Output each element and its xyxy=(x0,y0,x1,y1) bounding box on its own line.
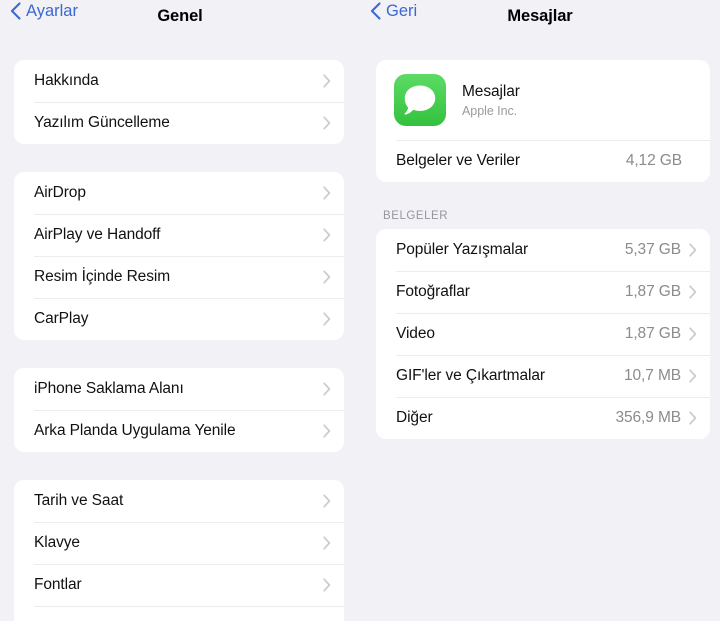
row-label: Popüler Yazışmalar xyxy=(396,241,529,258)
app-header: Mesajlar Apple Inc. xyxy=(376,60,710,140)
row-label: Arka Planda Uygulama Yenile xyxy=(34,422,236,439)
messages-storage-panel: Geri Mesajlar Mesajlar Apple Inc. Belgel… xyxy=(360,0,720,621)
chevron-right-icon xyxy=(323,74,331,88)
settings-row-picture-in-picture[interactable]: Resim İçinde Resim xyxy=(14,256,344,298)
chevron-right-icon xyxy=(323,536,331,550)
app-developer: Apple Inc. xyxy=(462,103,518,118)
chevron-right-icon xyxy=(689,369,697,383)
row-label: Klavye xyxy=(34,534,80,551)
app-name: Mesajlar xyxy=(462,82,520,100)
settings-row-date-time[interactable]: Tarih ve Saat xyxy=(14,480,344,522)
settings-row-fonts[interactable]: Fontlar xyxy=(14,564,344,606)
document-row-photos[interactable]: Fotoğraflar 1,87 GB xyxy=(376,271,710,313)
general-settings-panel: Ayarlar Genel Hakkında Yazılım Güncellem… xyxy=(0,0,360,621)
settings-row-hakkinda[interactable]: Hakkında xyxy=(14,60,344,102)
chevron-right-icon xyxy=(323,312,331,326)
messages-storage-list: Mesajlar Apple Inc. Belgeler ve Veriler … xyxy=(360,32,720,439)
settings-card: Hakkında Yazılım Güncelleme xyxy=(14,60,344,144)
row-value: 1,87 GB xyxy=(624,283,681,300)
settings-card: Tarih ve Saat Klavye Fontlar xyxy=(14,480,344,621)
settings-group-about: Hakkında Yazılım Güncelleme xyxy=(0,60,360,144)
back-button-settings[interactable]: Ayarlar xyxy=(10,2,78,20)
settings-card: AirDrop AirPlay ve Handoff Resim İçinde … xyxy=(14,172,344,340)
settings-card: iPhone Saklama Alanı Arka Planda Uygulam… xyxy=(14,368,344,452)
chevron-right-icon xyxy=(689,411,697,425)
back-button-label: Geri xyxy=(386,1,418,20)
back-button-label: Ayarlar xyxy=(26,1,78,20)
row-label: AirPlay ve Handoff xyxy=(34,226,161,243)
row-label: Resim İçinde Resim xyxy=(34,268,171,285)
settings-row-carplay[interactable]: CarPlay xyxy=(14,298,344,340)
chevron-left-icon xyxy=(370,2,381,20)
settings-row-yazilim-guncelleme[interactable]: Yazılım Güncelleme xyxy=(14,102,344,144)
settings-row-keyboard[interactable]: Klavye xyxy=(14,522,344,564)
row-label: Video xyxy=(396,325,435,342)
row-value: 356,9 MB xyxy=(615,409,681,426)
speech-bubble-icon xyxy=(404,85,436,115)
general-settings-list: Hakkında Yazılım Güncelleme AirDrop AirP… xyxy=(0,32,360,621)
row-value: 5,37 GB xyxy=(624,241,681,258)
settings-row-iphone-storage[interactable]: iPhone Saklama Alanı xyxy=(14,368,344,410)
chevron-right-icon xyxy=(323,578,331,592)
document-row-video[interactable]: Video 1,87 GB xyxy=(376,313,710,355)
settings-group-datetime-keyboard: Tarih ve Saat Klavye Fontlar xyxy=(0,480,360,621)
chevron-right-icon xyxy=(323,228,331,242)
chevron-right-icon xyxy=(689,327,697,341)
row-value: 4,12 GB xyxy=(625,152,682,169)
chevron-right-icon xyxy=(323,382,331,396)
messages-app-icon xyxy=(394,74,446,126)
row-label: Diğer xyxy=(396,409,433,426)
chevron-right-icon xyxy=(323,494,331,508)
settings-row-background-app-refresh[interactable]: Arka Planda Uygulama Yenile xyxy=(14,410,344,452)
document-row-gifs-stickers[interactable]: GIF'ler ve Çıkartmalar 10,7 MB xyxy=(376,355,710,397)
settings-split-view: Ayarlar Genel Hakkında Yazılım Güncellem… xyxy=(0,0,720,621)
row-label: Tarih ve Saat xyxy=(34,492,124,509)
settings-row-airplay-handoff[interactable]: AirPlay ve Handoff xyxy=(14,214,344,256)
row-label: Yazılım Güncelleme xyxy=(34,114,170,131)
row-label: iPhone Saklama Alanı xyxy=(34,380,184,397)
row-label: Fontlar xyxy=(34,576,82,593)
document-row-other[interactable]: Diğer 356,9 MB xyxy=(376,397,710,439)
app-summary-card: Mesajlar Apple Inc. Belgeler ve Veriler … xyxy=(376,60,710,182)
chevron-right-icon xyxy=(323,186,331,200)
chevron-right-icon xyxy=(323,270,331,284)
row-label: GIF'ler ve Çıkartmalar xyxy=(396,367,545,384)
row-label: Belgeler ve Veriler xyxy=(396,152,520,169)
back-button-geri[interactable]: Geri xyxy=(370,2,417,20)
document-row-popular-conversations[interactable]: Popüler Yazışmalar 5,37 GB xyxy=(376,229,710,271)
row-label: Hakkında xyxy=(34,72,99,89)
chevron-right-icon xyxy=(323,424,331,438)
row-documents-and-data: Belgeler ve Veriler 4,12 GB xyxy=(376,140,710,182)
app-meta: Mesajlar Apple Inc. xyxy=(462,83,520,118)
documents-card: Popüler Yazışmalar 5,37 GB Fotoğraflar 1… xyxy=(376,229,710,439)
row-label: CarPlay xyxy=(34,310,89,327)
right-navbar: Geri Mesajlar xyxy=(360,0,720,32)
row-label: AirDrop xyxy=(34,184,86,201)
row-value: 10,7 MB xyxy=(623,367,681,384)
settings-row-partially-visible[interactable] xyxy=(14,606,344,621)
settings-row-airdrop[interactable]: AirDrop xyxy=(14,172,344,214)
left-navbar: Ayarlar Genel xyxy=(0,0,360,32)
chevron-left-icon xyxy=(10,2,21,20)
chevron-right-icon xyxy=(689,243,697,257)
row-value: 1,87 GB xyxy=(624,325,681,342)
settings-group-storage: iPhone Saklama Alanı Arka Planda Uygulam… xyxy=(0,368,360,452)
chevron-right-icon xyxy=(323,116,331,130)
row-label: Fotoğraflar xyxy=(396,283,470,300)
chevron-right-icon xyxy=(689,285,697,299)
section-header-belgeler: BELGELER xyxy=(383,210,449,222)
settings-group-connectivity: AirDrop AirPlay ve Handoff Resim İçinde … xyxy=(0,172,360,340)
